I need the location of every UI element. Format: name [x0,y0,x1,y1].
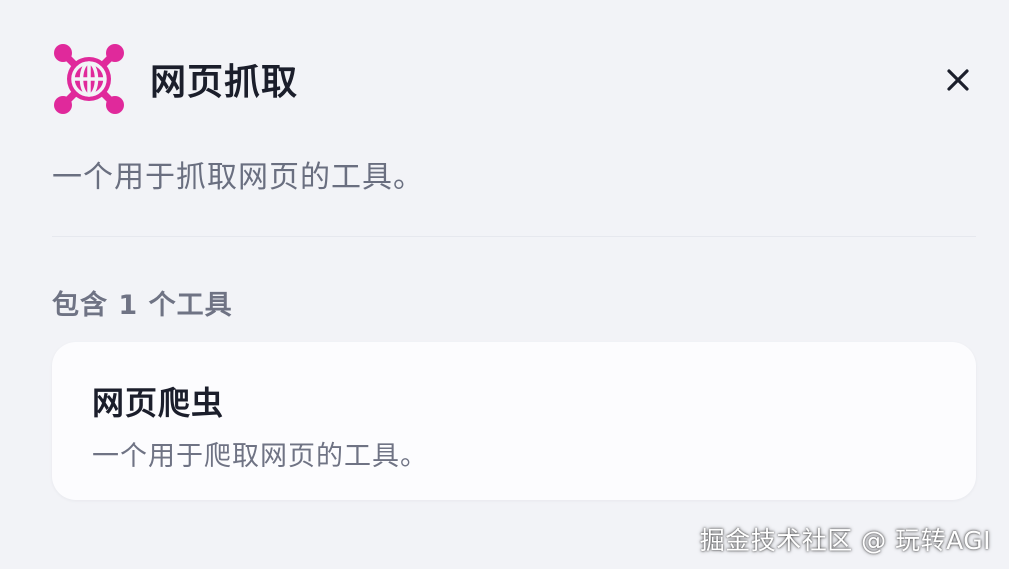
tool-description: 一个用于爬取网页的工具。 [92,441,428,472]
tool-name: 网页爬虫 [92,384,225,422]
watermark: 掘金技术社区 @ 玩转AGI [699,526,991,555]
globe-network-icon [54,44,124,114]
dialog-title: 网页抓取 [150,62,299,103]
dialog-header: 网页抓取 [52,42,298,116]
tool-card[interactable]: 网页爬虫 一个用于爬取网页的工具。 [52,342,976,500]
tools-count-label: 包含 1 个工具 [52,290,233,321]
dialog-description: 一个用于抓取网页的工具。 [52,160,424,195]
close-icon [947,69,969,91]
close-button[interactable] [940,62,976,98]
divider [52,236,976,237]
